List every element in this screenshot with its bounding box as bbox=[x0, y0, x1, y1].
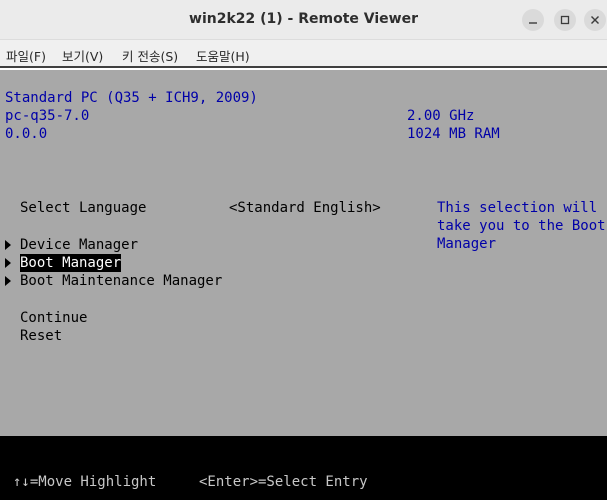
minimize-icon bbox=[529, 22, 537, 24]
action-reset[interactable]: Reset bbox=[20, 327, 62, 345]
footer-select-entry: <Enter>=Select Entry bbox=[199, 474, 368, 490]
key-help-bar: ↑↓=Move Highlight <Enter>=Select Entry bbox=[0, 436, 607, 500]
help-text-line-2: take you to the Boot bbox=[437, 218, 606, 234]
close-button[interactable] bbox=[584, 9, 606, 31]
menu-help[interactable]: 도움말(H) bbox=[196, 46, 250, 65]
select-language-value[interactable]: <Standard English> bbox=[229, 199, 381, 217]
menu-item-boot-maintenance-manager[interactable]: Boot Maintenance Manager bbox=[20, 272, 222, 290]
help-text-line-3: Manager bbox=[437, 236, 497, 252]
footer-move-highlight: ↑↓=Move Highlight bbox=[13, 474, 157, 490]
minimize-button[interactable] bbox=[522, 9, 544, 31]
menu-view[interactable]: 보기(V) bbox=[62, 46, 103, 65]
help-text-line-1: This selection will bbox=[437, 200, 598, 216]
triangle-right-icon bbox=[5, 258, 11, 268]
machine-version: pc-q35-7.0 bbox=[5, 108, 90, 124]
cpu-speed: 2.00 GHz bbox=[407, 108, 475, 124]
machine-revision: 0.0.0 bbox=[5, 126, 48, 142]
vm-display[interactable]: Standard PC (Q35 + ICH9, 2009) pc-q35-7.… bbox=[0, 70, 607, 500]
menu-item-boot-manager[interactable]: Boot Manager bbox=[20, 254, 122, 272]
menu-bar: 파일(F) 보기(V) 키 전송(S) 도움말(H) bbox=[0, 40, 607, 68]
triangle-right-icon bbox=[5, 240, 11, 250]
ram-size: 1024 MB RAM bbox=[407, 126, 500, 142]
triangle-right-icon bbox=[5, 276, 11, 286]
action-continue[interactable]: Continue bbox=[20, 309, 87, 327]
menu-send-key[interactable]: 키 전송(S) bbox=[122, 46, 178, 65]
title-bar[interactable]: win2k22 (1) - Remote Viewer bbox=[0, 0, 607, 40]
select-language-label: Select Language bbox=[20, 200, 147, 216]
maximize-button[interactable] bbox=[554, 9, 576, 31]
close-icon bbox=[591, 16, 599, 24]
maximize-icon bbox=[560, 15, 570, 25]
menu-item-device-manager[interactable]: Device Manager bbox=[20, 236, 138, 254]
window-title: win2k22 (1) - Remote Viewer bbox=[189, 11, 418, 27]
menu-file[interactable]: 파일(F) bbox=[6, 46, 46, 65]
machine-name: Standard PC (Q35 + ICH9, 2009) bbox=[5, 90, 258, 106]
